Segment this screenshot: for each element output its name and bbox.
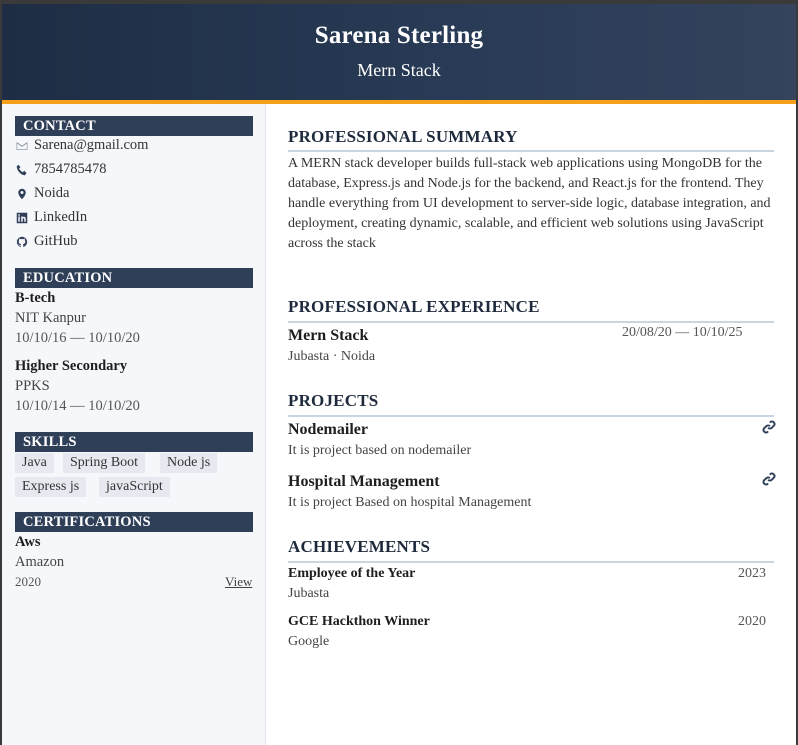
linkedin-icon bbox=[15, 211, 28, 224]
link-icon[interactable] bbox=[762, 420, 776, 434]
contact-email[interactable]: Sarena@gmail.com bbox=[15, 137, 148, 154]
experience-role: Mern Stack bbox=[288, 327, 369, 344]
achievement-org: Google bbox=[288, 634, 330, 649]
contact-linkedin-text: LinkedIn bbox=[34, 209, 88, 225]
project-name: Nodemailer bbox=[288, 421, 368, 438]
contact-location-text: Noida bbox=[34, 185, 70, 201]
main-content: PROFESSIONAL SUMMARY A MERN stack develo… bbox=[288, 104, 776, 745]
map-pin-icon bbox=[15, 187, 28, 200]
experience-heading: PROFESSIONAL EXPERIENCE bbox=[288, 297, 540, 316]
skill-chip: Node js bbox=[160, 453, 218, 473]
project-description: It is project Based on hospital Manageme… bbox=[288, 495, 532, 510]
contact-email-text: Sarena@gmail.com bbox=[34, 137, 149, 153]
contact-heading: CONTACT bbox=[15, 116, 253, 136]
phone-icon bbox=[15, 163, 28, 176]
education-heading: EDUCATION bbox=[15, 268, 253, 288]
candidate-role: Mern Stack bbox=[357, 60, 441, 80]
project-description: It is project based on nodemailer bbox=[288, 443, 472, 458]
achievement-year: 2023 bbox=[738, 566, 766, 581]
certification-year: 2020 bbox=[15, 574, 41, 589]
contact-github[interactable]: GitHub bbox=[15, 233, 78, 250]
resume-page: Sarena Sterling Mern Stack CONTACT Saren… bbox=[2, 4, 796, 745]
certification-name: Aws bbox=[15, 534, 41, 550]
resume-header: Sarena Sterling Mern Stack bbox=[2, 4, 796, 100]
envelope-icon bbox=[15, 139, 28, 152]
education-degree: Higher Secondary bbox=[15, 358, 128, 374]
github-icon bbox=[15, 235, 28, 248]
achievement-name: Employee of the Year bbox=[288, 566, 416, 581]
contact-github-text: GitHub bbox=[34, 233, 78, 249]
project-name: Hospital Management bbox=[288, 473, 440, 490]
skill-chip: Java bbox=[15, 453, 54, 473]
certification-view-link[interactable]: View bbox=[225, 574, 252, 590]
education-degree: B-tech bbox=[15, 290, 56, 306]
achievement-org: Jubasta bbox=[288, 586, 330, 601]
section-divider bbox=[288, 415, 774, 417]
achievement-name: GCE Hackthon Winner bbox=[288, 614, 430, 629]
skills-heading: SKILLS bbox=[15, 432, 253, 452]
education-school: NIT Kanpur bbox=[15, 310, 87, 326]
education-dates: 10/10/14 — 10/10/20 bbox=[15, 398, 140, 414]
certifications-heading: CERTIFICATIONS bbox=[15, 512, 253, 532]
projects-heading: PROJECTS bbox=[288, 391, 379, 410]
skill-chip: Express js bbox=[15, 477, 87, 497]
skill-chip: javaScript bbox=[99, 477, 170, 497]
certification-issuer: Amazon bbox=[15, 554, 65, 570]
experience-company: Jubasta · Noida bbox=[288, 349, 376, 364]
achievements-heading: ACHIEVEMENTS bbox=[288, 537, 431, 556]
experience-dates: 20/08/20 — 10/10/25 bbox=[622, 325, 743, 340]
section-divider bbox=[288, 150, 774, 152]
education-dates: 10/10/16 — 10/10/20 bbox=[15, 330, 140, 346]
section-divider bbox=[288, 561, 774, 563]
summary-heading: PROFESSIONAL SUMMARY bbox=[288, 127, 518, 146]
education-school: PPKS bbox=[15, 378, 50, 394]
summary-text: A MERN stack developer builds full-stack… bbox=[288, 156, 771, 251]
contact-linkedin[interactable]: LinkedIn bbox=[15, 209, 87, 226]
link-icon[interactable] bbox=[762, 472, 776, 486]
sidebar: CONTACT Sarena@gmail.com 7854785478 Noid… bbox=[2, 104, 266, 745]
candidate-name: Sarena Sterling bbox=[314, 22, 484, 49]
contact-phone-text: 7854785478 bbox=[34, 161, 107, 177]
contact-location: Noida bbox=[15, 185, 69, 202]
skill-chip: Spring Boot bbox=[63, 453, 146, 473]
section-divider bbox=[288, 321, 774, 323]
contact-phone[interactable]: 7854785478 bbox=[15, 161, 107, 178]
achievement-year: 2020 bbox=[738, 614, 766, 629]
